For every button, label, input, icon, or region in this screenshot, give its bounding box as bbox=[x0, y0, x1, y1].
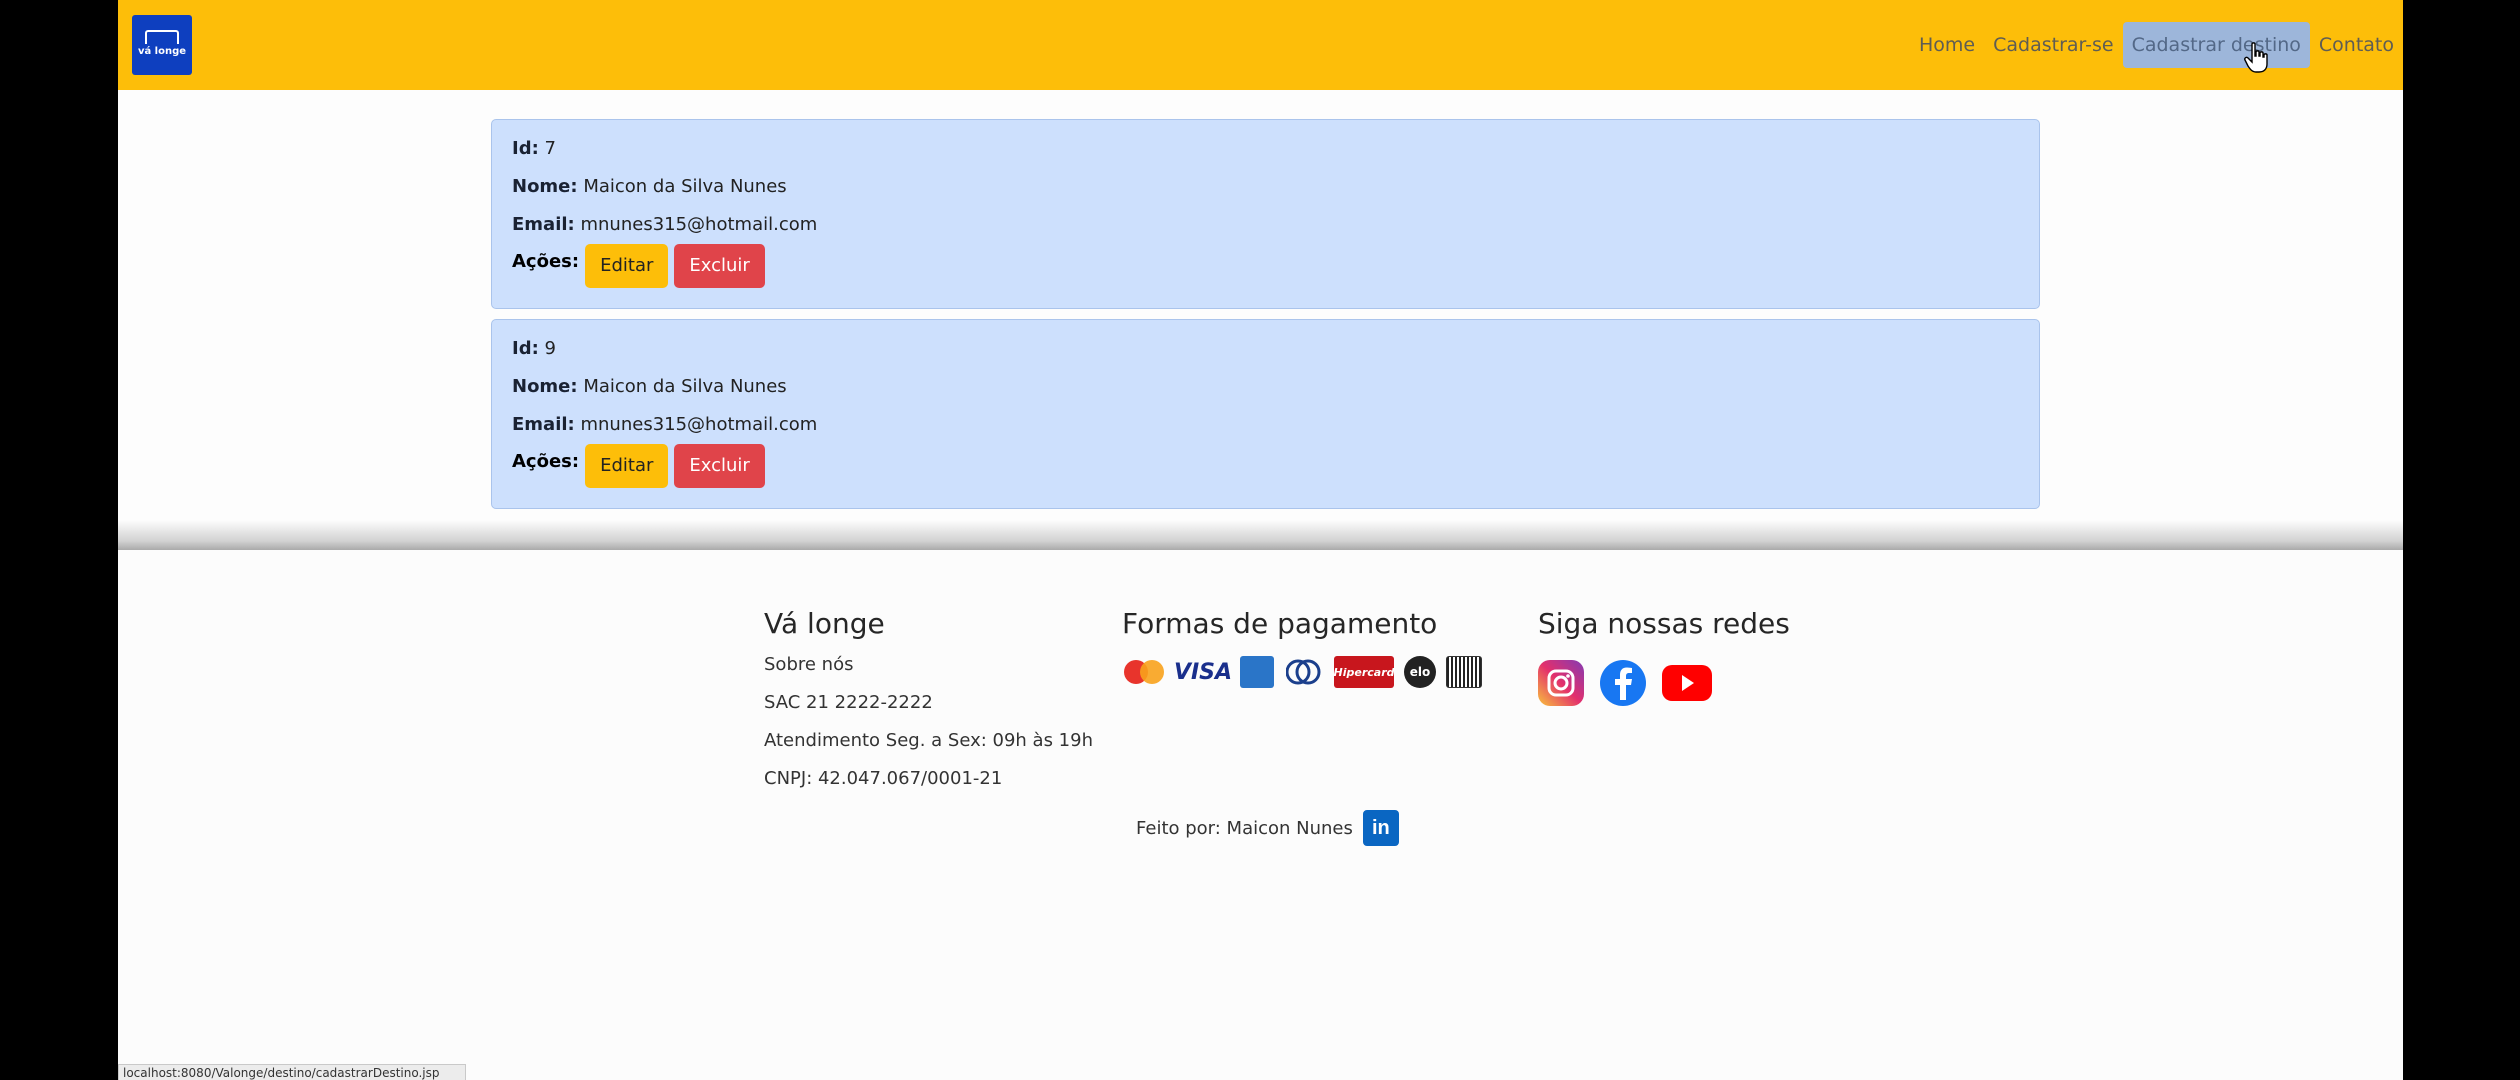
record-id: 9 bbox=[544, 338, 556, 359]
record-name: Maicon da Silva Nunes bbox=[583, 376, 787, 397]
footer-payment-title: Formas de pagamento bbox=[1122, 607, 1438, 640]
footer-social: Siga nossas redes bbox=[1538, 602, 1790, 706]
edit-button[interactable]: Editar bbox=[585, 444, 669, 488]
record-email-row: Email: mnunes315@hotmail.com bbox=[512, 406, 2019, 444]
email-label: Email: bbox=[512, 414, 575, 435]
record-name: Maicon da Silva Nunes bbox=[583, 176, 787, 197]
made-by-text: Feito por: Maicon Nunes bbox=[1136, 817, 1353, 839]
footer: Vá longe Sobre nós SAC 21 2222-2222 Aten… bbox=[118, 550, 2403, 1080]
made-by: Feito por: Maicon Nunes in bbox=[1136, 808, 1399, 848]
name-label: Nome: bbox=[512, 376, 578, 397]
section-divider bbox=[118, 520, 2403, 550]
edit-button[interactable]: Editar bbox=[585, 244, 669, 288]
record-actions: Ações: Editar Excluir bbox=[512, 444, 2019, 488]
hipercard-icon: Hipercard bbox=[1334, 656, 1395, 688]
instagram-icon[interactable] bbox=[1538, 660, 1584, 706]
diners-icon bbox=[1284, 656, 1324, 688]
record-email: mnunes315@hotmail.com bbox=[580, 214, 818, 235]
social-links bbox=[1538, 660, 1790, 706]
sac-phone: SAC 21 2222-2222 bbox=[764, 692, 933, 713]
record-name-row: Nome: Maicon da Silva Nunes bbox=[512, 168, 2019, 206]
nav-link-home[interactable]: Home bbox=[1910, 22, 1984, 68]
records-list: Id: 7 Nome: Maicon da Silva Nunes Email:… bbox=[491, 119, 2040, 519]
record-card: Id: 7 Nome: Maicon da Silva Nunes Email:… bbox=[491, 119, 2040, 309]
facebook-icon[interactable] bbox=[1600, 660, 1646, 706]
mastercard-icon bbox=[1122, 656, 1166, 688]
record-id-row: Id: 9 bbox=[512, 330, 2019, 368]
email-label: Email: bbox=[512, 214, 575, 235]
visa-icon: VISA bbox=[1173, 659, 1233, 685]
actions-label: Ações: bbox=[512, 450, 580, 472]
footer-payment: Formas de pagamento VISA Hipercard elo bbox=[1122, 602, 1482, 688]
actions-label: Ações: bbox=[512, 250, 580, 272]
name-label: Nome: bbox=[512, 176, 578, 197]
logo-text: vá longe bbox=[137, 46, 187, 57]
youtube-icon[interactable] bbox=[1662, 665, 1712, 701]
payment-methods: VISA Hipercard elo bbox=[1122, 656, 1482, 688]
logo-house-icon bbox=[145, 30, 179, 44]
id-label: Id: bbox=[512, 338, 539, 359]
nav-links: Home Cadastrar-se Cadastrar destino Cont… bbox=[1910, 22, 2403, 68]
boleto-icon bbox=[1446, 656, 1482, 688]
record-name-row: Nome: Maicon da Silva Nunes bbox=[512, 368, 2019, 406]
linkedin-icon[interactable]: in bbox=[1362, 810, 1399, 846]
id-label: Id: bbox=[512, 138, 539, 159]
footer-about-title: Vá longe bbox=[764, 607, 885, 640]
nav-link-contato[interactable]: Contato bbox=[2310, 22, 2403, 68]
page: vá longe Home Cadastrar-se Cadastrar des… bbox=[118, 0, 2403, 1080]
business-hours: Atendimento Seg. a Sex: 09h às 19h bbox=[764, 730, 1093, 751]
footer-social-title: Siga nossas redes bbox=[1538, 607, 1790, 640]
record-actions: Ações: Editar Excluir bbox=[512, 244, 2019, 288]
delete-button[interactable]: Excluir bbox=[674, 444, 765, 488]
about-link[interactable]: Sobre nós bbox=[764, 646, 1093, 684]
record-id: 7 bbox=[544, 138, 556, 159]
record-card: Id: 9 Nome: Maicon da Silva Nunes Email:… bbox=[491, 319, 2040, 509]
record-id-row: Id: 7 bbox=[512, 130, 2019, 168]
hand-cursor-icon bbox=[2244, 42, 2268, 73]
navbar: vá longe Home Cadastrar-se Cadastrar des… bbox=[118, 0, 2403, 90]
record-email-row: Email: mnunes315@hotmail.com bbox=[512, 206, 2019, 244]
status-bar-url: localhost:8080/Valonge/destino/cadastrar… bbox=[118, 1064, 466, 1080]
elo-icon: elo bbox=[1404, 656, 1436, 688]
cnpj: CNPJ: 42.047.067/0001-21 bbox=[764, 768, 1003, 789]
record-email: mnunes315@hotmail.com bbox=[580, 414, 818, 435]
brand-logo[interactable]: vá longe bbox=[132, 15, 192, 75]
nav-link-cadastrar-destino[interactable]: Cadastrar destino bbox=[2122, 22, 2310, 68]
delete-button[interactable]: Excluir bbox=[674, 244, 765, 288]
amex-icon bbox=[1240, 656, 1274, 688]
footer-about: Vá longe Sobre nós SAC 21 2222-2222 Aten… bbox=[764, 602, 1093, 798]
nav-link-cadastrar-se[interactable]: Cadastrar-se bbox=[1984, 22, 2122, 68]
